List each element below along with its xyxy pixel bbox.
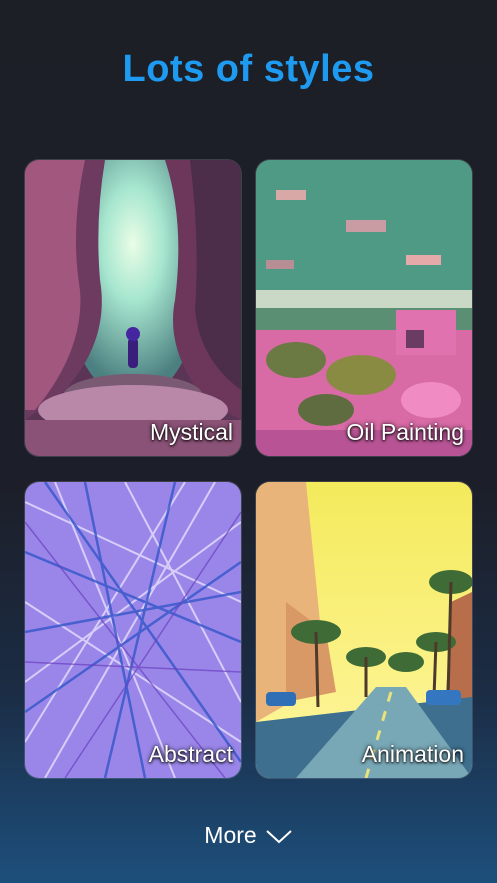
style-card-oil-painting[interactable]: Oil Painting [256, 160, 472, 456]
style-label: Animation [361, 741, 464, 767]
style-label: Abstract [148, 741, 233, 767]
mystical-style-image [25, 160, 241, 456]
style-card-abstract[interactable]: Abstract [25, 482, 241, 778]
page-title: Lots of styles [122, 48, 375, 90]
style-label: Mystical [149, 419, 233, 445]
style-card-mystical[interactable]: Mystical [25, 160, 241, 456]
chevron-down-icon [266, 829, 292, 843]
animation-style-image [256, 482, 472, 778]
more-label: More [204, 822, 257, 848]
abstract-style-image [25, 482, 241, 778]
style-card-animation[interactable]: Animation [256, 482, 472, 778]
oil-painting-style-image [256, 160, 472, 456]
style-label: Oil Painting [346, 419, 464, 445]
more-button[interactable]: More [0, 822, 497, 849]
